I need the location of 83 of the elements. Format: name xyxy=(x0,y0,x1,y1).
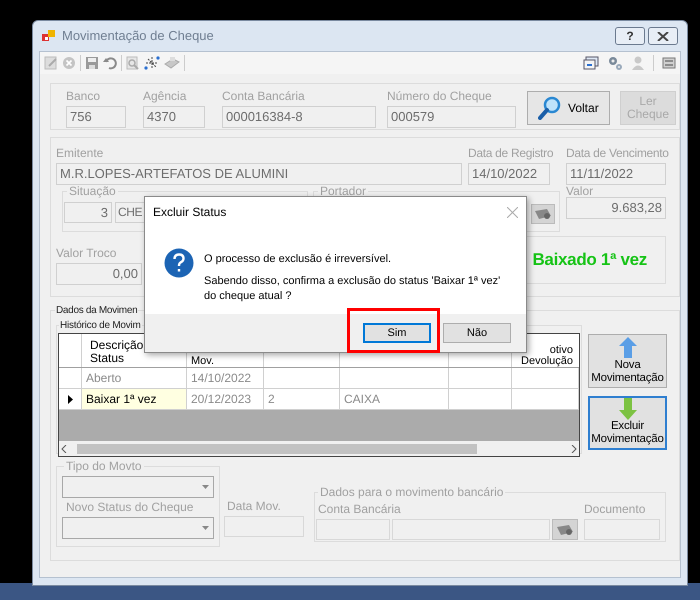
window-title: Movimentação de Cheque xyxy=(62,27,214,46)
field-label: Valor Troco xyxy=(56,246,118,261)
dialog-title: Excluir Status xyxy=(153,204,226,221)
text-field[interactable]: 000016384-8 xyxy=(222,106,376,128)
text-field[interactable]: 4370 xyxy=(143,106,205,128)
text-field[interactable]: 756 xyxy=(66,106,126,128)
field-label: Data Mov. xyxy=(227,499,282,514)
group-label: Dados da Movimen xyxy=(55,304,138,318)
dialog-button[interactable]: Sim xyxy=(363,323,431,343)
field-label: Agência xyxy=(143,89,188,104)
date-field[interactable]: 14/10/2022 xyxy=(468,163,550,185)
emitente-field[interactable]: M.R.LOPES-ARTEFATOS DE ALUMINI xyxy=(56,163,462,185)
checkbook-icon xyxy=(556,524,574,536)
windows-icon[interactable] xyxy=(583,56,599,70)
field-label: Documento xyxy=(584,502,646,517)
edit-icon[interactable] xyxy=(44,56,58,70)
column-header[interactable]: otivo Devolução xyxy=(519,345,573,367)
field-label: Conta Bancária xyxy=(318,502,402,517)
group-label: Situação xyxy=(68,183,117,200)
scroll-left-icon[interactable] xyxy=(61,444,67,452)
column-header[interactable]: Mov. xyxy=(191,356,214,367)
up-arrow-icon xyxy=(618,337,636,359)
table-cell: 2 xyxy=(264,389,340,409)
date-field[interactable]: 11/11/2022 xyxy=(566,163,666,185)
app-icon xyxy=(42,29,56,43)
novo-status-dropdown[interactable] xyxy=(62,517,214,539)
field-label: Banco xyxy=(66,89,102,104)
table-cell: Baixar 1ª vez xyxy=(82,389,187,409)
valor-troco-field[interactable]: 0,00 xyxy=(56,263,142,285)
close-icon xyxy=(657,32,669,40)
table-cell: Aberto xyxy=(82,368,187,388)
data-mov-field[interactable] xyxy=(224,516,304,537)
conta-name-field[interactable] xyxy=(392,519,550,540)
user-icon[interactable] xyxy=(631,55,645,71)
question-icon xyxy=(164,248,194,278)
field-label: Valor xyxy=(566,184,594,199)
undo-icon[interactable] xyxy=(103,56,117,70)
documento-field[interactable] xyxy=(584,519,660,540)
scroll-right-icon[interactable] xyxy=(571,444,577,452)
field-label: Emitente xyxy=(56,146,104,161)
status-text: Baixado 1ª vez xyxy=(532,249,647,272)
text-field[interactable]: 000579 xyxy=(387,106,516,128)
conta-code-field[interactable] xyxy=(316,519,390,540)
group-label: Portador xyxy=(319,183,368,200)
grid-row[interactable]: Aberto 14/10/2022 xyxy=(59,368,579,389)
table-cell: 14/10/2022 xyxy=(187,368,264,388)
table-cell: 20/12/2023 xyxy=(187,389,264,409)
lookup-button[interactable] xyxy=(531,204,555,224)
field-label: Conta Bancária xyxy=(222,89,306,104)
group-label: Histórico de Movim xyxy=(59,319,142,333)
tipo-movto-dropdown[interactable] xyxy=(62,476,214,498)
table-cell: CAIXA xyxy=(340,389,449,409)
dialog-button[interactable]: Não xyxy=(443,323,511,343)
code-field[interactable]: 3 xyxy=(64,202,112,223)
lookup-button[interactable] xyxy=(552,519,578,540)
close-icon[interactable] xyxy=(507,206,518,218)
exit-icon[interactable] xyxy=(662,56,676,70)
zoom-icon[interactable] xyxy=(126,56,140,70)
down-arrow-icon xyxy=(618,398,636,420)
field-label: Novo Status do Cheque xyxy=(66,500,194,515)
dropdown-arrow-icon xyxy=(202,526,209,530)
group-label: Tipo do Movto xyxy=(65,458,143,475)
row-pointer-icon xyxy=(68,394,72,404)
field-label: Número do Cheque xyxy=(387,89,493,104)
grid-row[interactable]: Baixar 1ª vez 20/12/2023 2 CAIXA xyxy=(59,389,579,410)
group-label: Dados para o movimento bancário xyxy=(319,484,504,501)
dialog-message: O processo de exclusão é irreversível. xyxy=(204,252,392,266)
voltar-button[interactable]: Voltar xyxy=(527,91,610,125)
valor-field[interactable]: 9.683,28 xyxy=(566,197,666,219)
cancel-icon[interactable] xyxy=(62,56,76,70)
dialog-message: Sabendo disso, confirma a exclusão do status 'Baixar 1ª vez' do cheque atual ? xyxy=(204,274,502,304)
gears-icon[interactable] xyxy=(607,55,623,71)
help-button[interactable]: ? xyxy=(615,27,645,45)
field-label: Data de Registro xyxy=(468,146,554,161)
add-button[interactable]: Nova Movimentação xyxy=(588,334,667,388)
save-icon[interactable] xyxy=(85,56,99,70)
close-button[interactable] xyxy=(648,27,678,45)
scrollbar-thumb[interactable] xyxy=(77,444,477,454)
dropdown-arrow-icon xyxy=(202,485,209,489)
search-icon xyxy=(538,96,562,120)
delete-button[interactable]: Excluir Movimentação xyxy=(588,396,667,450)
field-label: Data de Vencimento xyxy=(566,146,666,161)
checkbook-icon xyxy=(534,208,552,220)
